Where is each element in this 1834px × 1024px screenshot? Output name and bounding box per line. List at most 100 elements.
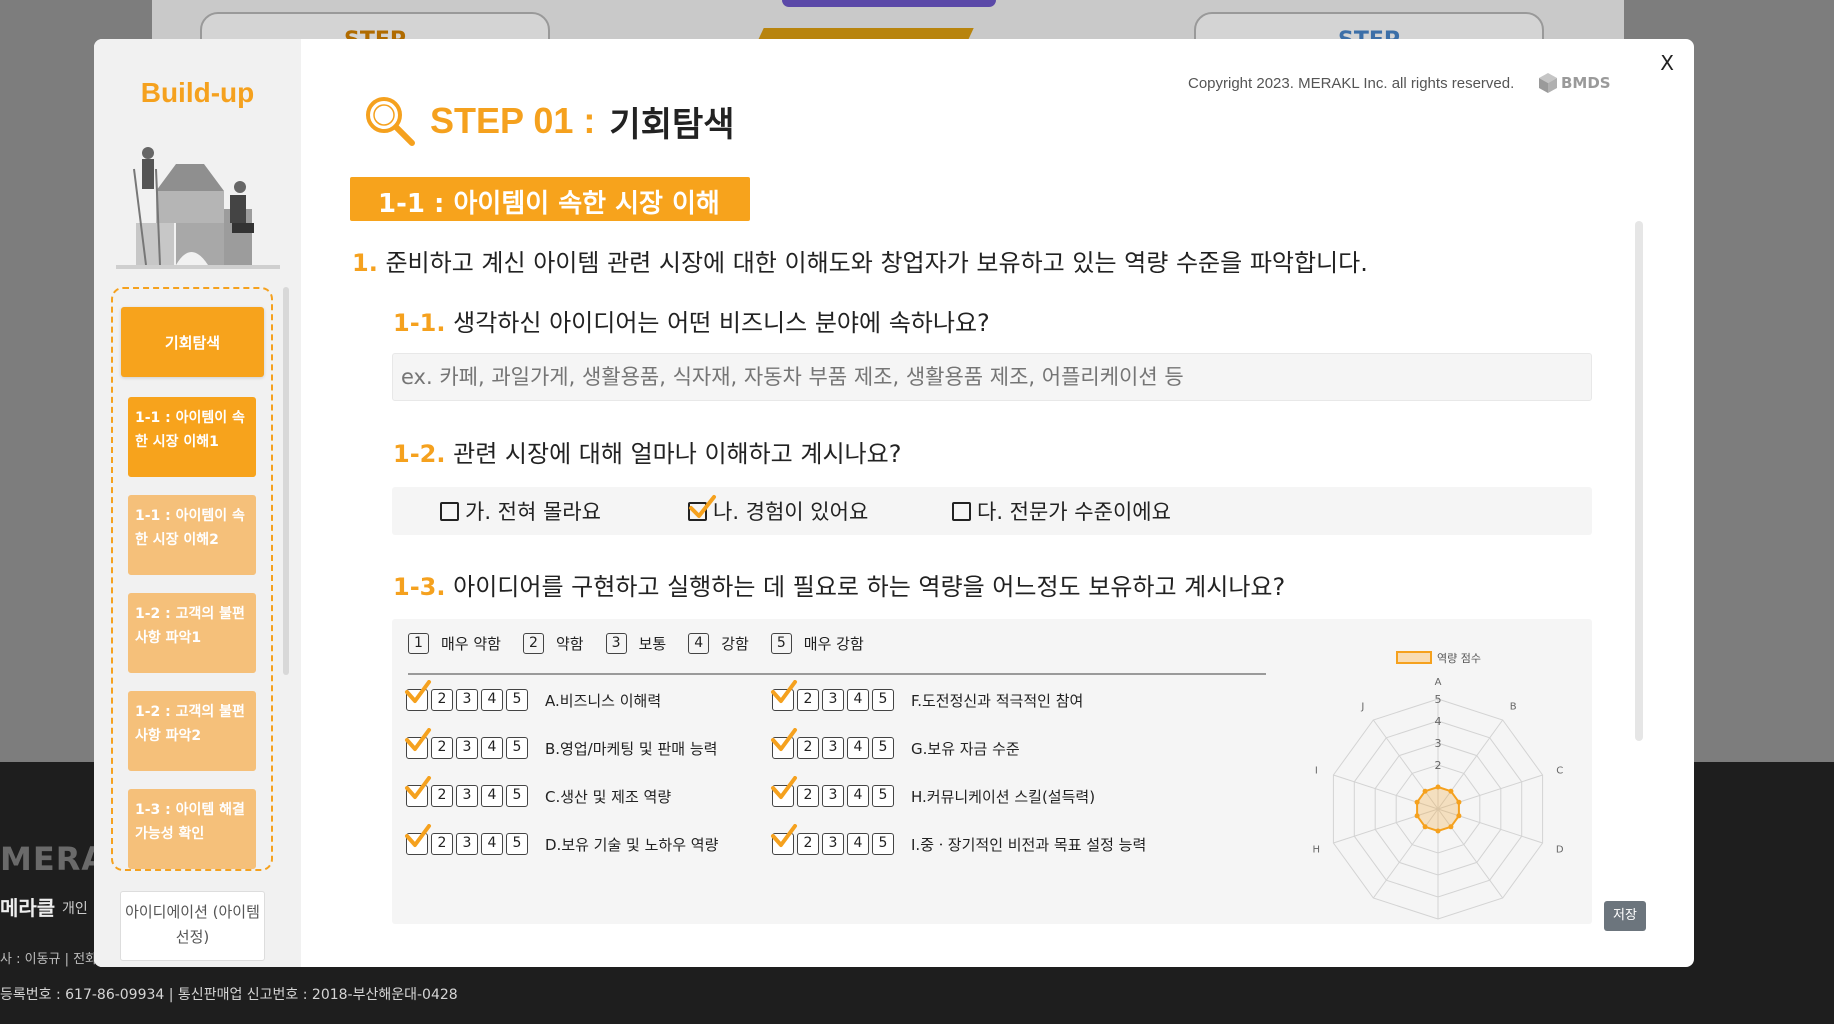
nav-item-market-2[interactable]: 1-1 : 아이템이 속한 시장 이해2	[128, 495, 256, 575]
score-box-5[interactable]: 5	[506, 737, 528, 759]
score-box-3[interactable]: 3	[456, 737, 478, 759]
radar-axis-label: C	[1556, 765, 1563, 776]
checkmark-icon	[405, 680, 431, 703]
checkmark-icon	[689, 494, 716, 518]
question-number: 1.	[352, 249, 378, 277]
footer-privacy-link[interactable]: 개인	[62, 898, 88, 918]
score-box-5[interactable]: 5	[506, 833, 528, 855]
score-box-2[interactable]: 2	[431, 689, 453, 711]
score-box-3[interactable]: 3	[456, 785, 478, 807]
nav-item-opportunity[interactable]: 기회탐색	[121, 307, 264, 377]
score-box-5[interactable]: 5	[872, 785, 894, 807]
footer-registration: 등록번호 : 617-86-09934 | 통신판매업 신고번호 : 2018-…	[0, 987, 458, 1003]
checkmark-icon	[771, 680, 797, 703]
score-selector: 2345	[771, 680, 894, 711]
score-box-4[interactable]: 4	[481, 833, 503, 855]
score-box-4[interactable]: 4	[481, 785, 503, 807]
brand-name: BMDS	[1561, 74, 1611, 92]
score-box-4[interactable]: 4	[847, 689, 869, 711]
score-box-2[interactable]: 2	[797, 737, 819, 759]
radar-tick-label: 3	[1435, 737, 1442, 750]
score-box-4[interactable]: 4	[847, 833, 869, 855]
score-box-5[interactable]: 5	[506, 785, 528, 807]
score-box-4[interactable]: 4	[847, 785, 869, 807]
rating-label: H.커뮤니케이션 스킬(설득력)	[911, 787, 1096, 806]
legend-label: 매우 강함	[803, 635, 864, 653]
form-content: 1-1 : 아이템이 속한 시장 이해 1. 준비하고 계신 아이템 관련 시장…	[350, 177, 1650, 924]
question-1-2: 1-2. 관련 시장에 대해 얼마나 이해하고 계시나요?	[393, 434, 901, 469]
rating-item: 2 3 4 5 D.보유 기술 및 노하우 역량	[405, 824, 718, 855]
score-box-2[interactable]: 2	[431, 785, 453, 807]
score-box-3[interactable]: 3	[822, 737, 844, 759]
question-text: 관련 시장에 대해 얼마나 이해하고 계시나요?	[453, 440, 902, 468]
score-box-3[interactable]: 3	[822, 833, 844, 855]
score-box-2[interactable]: 2	[431, 737, 453, 759]
sidebar-scrollbar[interactable]	[283, 287, 289, 675]
legend-box: 3	[605, 633, 627, 654]
nav-item-ideation[interactable]: 아이디에이션 (아이템 선정)	[120, 891, 265, 961]
rating-label: G.보유 자금 수준	[911, 739, 1020, 758]
radar-point	[1414, 813, 1420, 819]
rating-item: 2 3 4 5 B.영업/마케팅 및 판매 능력	[405, 728, 717, 759]
understanding-options: 가. 전혀 몰라요 나. 경험이 있어요 다. 전문가 수준이에요	[392, 487, 1592, 535]
score-box-5[interactable]: 5	[872, 689, 894, 711]
legend-box: 2	[522, 633, 544, 654]
score-box-5[interactable]: 5	[872, 833, 894, 855]
modal-dialog: Build-up 기회탐색 1-1 : 아이템이 속한 시장 이해1 1-1 :…	[94, 39, 1694, 967]
option-label: 다. 전문가 수준이에요	[977, 500, 1171, 524]
rating-label: A.비즈니스 이해력	[545, 691, 662, 710]
legend-label: 강함	[721, 635, 749, 653]
radar-axis-label: H	[1313, 845, 1321, 856]
score-selector: 2345	[771, 824, 894, 855]
question-main: 1. 준비하고 계신 아이템 관련 시장에 대한 이해도와 창업자가 보유하고 …	[352, 243, 1368, 278]
option-experienced[interactable]: 나. 경험이 있어요	[688, 494, 869, 526]
score-box-5[interactable]: 5	[506, 689, 528, 711]
score-box-3[interactable]: 3	[456, 833, 478, 855]
score-box-4[interactable]: 4	[481, 737, 503, 759]
radar-point	[1456, 813, 1462, 819]
checkbox-checked[interactable]	[688, 494, 716, 521]
nav-item-feasibility[interactable]: 1-3 : 아이템 해결 가능성 확인	[128, 789, 256, 869]
building-blocks-illustration	[116, 139, 280, 271]
score-selector: 2345	[405, 776, 528, 807]
score-box-2[interactable]: 2	[797, 785, 819, 807]
checkmark-icon	[771, 776, 797, 799]
checkbox[interactable]	[440, 501, 459, 521]
nav-item-pain-1[interactable]: 1-2 : 고객의 불편사항 파악1	[128, 593, 256, 673]
radar-legend-label: 역량 점수	[1437, 652, 1481, 665]
score-box-5[interactable]: 5	[872, 737, 894, 759]
score-box-3[interactable]: 3	[822, 689, 844, 711]
radar-point	[1448, 788, 1454, 794]
close-button[interactable]: X	[1660, 51, 1674, 75]
score-box-2[interactable]: 2	[797, 833, 819, 855]
step-label: STEP 01 :	[430, 100, 596, 141]
sidebar: Build-up 기회탐색 1-1 : 아이템이 속한 시장 이해1 1-1 :…	[94, 39, 301, 967]
nav-item-pain-2[interactable]: 1-2 : 고객의 불편사항 파악2	[128, 691, 256, 771]
business-field-input[interactable]	[392, 353, 1592, 401]
score-box-4[interactable]: 4	[481, 689, 503, 711]
radar-point	[1414, 799, 1420, 805]
option-label: 나. 경험이 있어요	[713, 500, 869, 524]
question-text: 생각하신 아이디어는 어떤 비즈니스 분야에 속하나요?	[453, 309, 990, 337]
option-expert[interactable]: 다. 전문가 수준이에요	[952, 496, 1171, 526]
radar-point	[1422, 824, 1428, 830]
question-1-3: 1-3. 아이디어를 구현하고 실행하는 데 필요로 하는 역량을 어느정도 보…	[393, 567, 1285, 602]
score-box-2[interactable]: 2	[797, 689, 819, 711]
rating-label: I.중ㆍ장기적인 비전과 목표 설정 능력	[911, 835, 1147, 854]
score-box-3[interactable]: 3	[822, 785, 844, 807]
rating-item: 2 3 4 5 H.커뮤니케이션 스킬(설득력)	[771, 776, 1096, 807]
legend-box: 1	[408, 633, 429, 654]
score-selector: 2345	[771, 728, 894, 759]
save-button[interactable]: 저장	[1604, 901, 1646, 931]
option-none[interactable]: 가. 전혀 몰라요	[440, 496, 601, 526]
checkbox[interactable]	[952, 501, 971, 521]
score-box-4[interactable]: 4	[847, 737, 869, 759]
radar-tick-label: 5	[1435, 693, 1442, 706]
nav-item-market-1[interactable]: 1-1 : 아이템이 속한 시장 이해1	[128, 397, 256, 477]
radar-point	[1456, 799, 1462, 805]
brand-logo: BMDS	[1538, 72, 1611, 94]
sidebar-nav: 기회탐색 1-1 : 아이템이 속한 시장 이해1 1-1 : 아이템이 속한 …	[111, 287, 273, 871]
score-box-2[interactable]: 2	[431, 833, 453, 855]
competency-rating-panel: 1 매우 약함 2 약함 3 보통 4 강함 5 매우 강함 2 3 4 5 A.비즈니스 이해력…	[392, 619, 1592, 924]
score-box-3[interactable]: 3	[456, 689, 478, 711]
